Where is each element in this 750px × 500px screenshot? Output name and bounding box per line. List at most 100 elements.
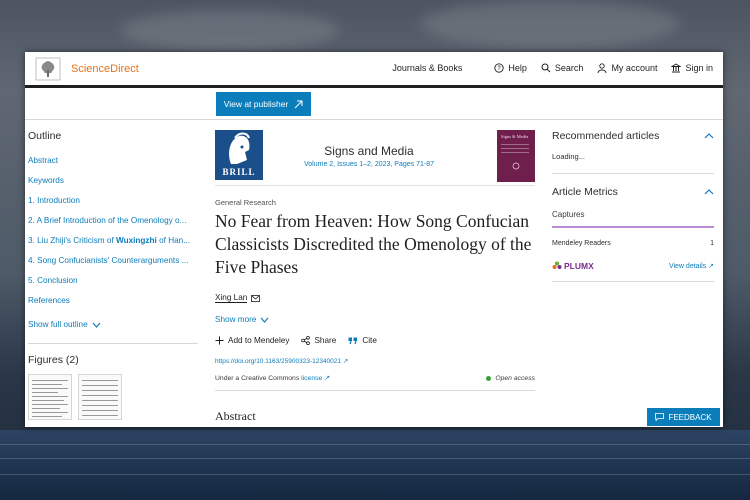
help-link[interactable]: ? Help xyxy=(494,63,527,73)
sign-in-label: Sign in xyxy=(685,63,713,73)
figure-thumbnails xyxy=(28,374,198,420)
brill-logo[interactable]: BRILL xyxy=(215,130,263,180)
mendeley-readers-row: Mendeley Readers 1 xyxy=(552,240,714,247)
search-icon xyxy=(541,63,551,73)
feedback-label: FEEDBACK xyxy=(668,412,712,422)
share-button[interactable]: Share xyxy=(301,336,336,345)
outline-item-section-4[interactable]: 4. Song Confucianists' Counterarguments … xyxy=(28,254,196,274)
journals-books-link[interactable]: Journals & Books xyxy=(392,63,462,73)
brand-name[interactable]: ScienceDirect xyxy=(71,63,139,75)
mendeley-readers-count: 1 xyxy=(710,240,714,247)
outline-item-abstract[interactable]: Abstract xyxy=(28,154,196,174)
top-navigation: ScienceDirect Journals & Books ? Help Se… xyxy=(25,52,723,88)
view-details-link[interactable]: View details ↗ xyxy=(669,262,714,270)
article-title: No Fear from Heaven: How Song Confucian … xyxy=(215,211,532,277)
outline-item-conclusion[interactable]: 5. Conclusion xyxy=(28,274,196,294)
add-to-mendeley-label: Add to Mendeley xyxy=(228,336,290,345)
license-row: Under a Creative Commons license ↗ Open … xyxy=(215,374,535,391)
my-account-link[interactable]: My account xyxy=(597,63,657,73)
article-actions: Add to Mendeley Share Cite xyxy=(215,336,535,345)
outline-item-section-3-bold: Wuxingzhi xyxy=(116,236,157,245)
outline-item-section-3[interactable]: 3. Liu Zhiji's Criticism of Wuxingzhi of… xyxy=(28,234,196,254)
journal-cover[interactable]: Signs & Media xyxy=(497,130,535,182)
chevron-down-icon xyxy=(92,322,101,328)
search-link[interactable]: Search xyxy=(541,63,584,73)
outline-sidebar: Outline Abstract Keywords 1. Introductio… xyxy=(28,130,198,420)
sign-in-link[interactable]: Sign in xyxy=(671,63,713,73)
doi-link[interactable]: https://doi.org/10.1163/25900323-1234002… xyxy=(215,357,535,365)
outline-title: Outline xyxy=(28,130,62,142)
header-nav: Journals & Books ? Help Search My accoun… xyxy=(392,63,713,73)
show-more-label: Show more xyxy=(215,315,257,324)
recommended-articles-title: Recommended articles xyxy=(552,130,660,142)
external-link-icon: ↗ xyxy=(342,358,349,365)
plumx-flower-icon xyxy=(552,261,562,269)
external-link-icon: ↗ xyxy=(708,263,714,270)
cover-emblem-icon xyxy=(512,162,520,170)
elsevier-tree-logo[interactable] xyxy=(35,57,61,81)
email-icon[interactable] xyxy=(251,294,261,302)
article-metrics-title: Article Metrics xyxy=(552,186,618,198)
add-to-mendeley-button[interactable]: Add to Mendeley xyxy=(215,336,289,345)
svg-text:?: ? xyxy=(498,66,502,72)
feedback-button[interactable]: FEEDBACK xyxy=(647,408,720,426)
help-label: Help xyxy=(508,63,527,73)
article-metrics-header[interactable]: Article Metrics xyxy=(552,186,714,198)
person-icon xyxy=(597,63,607,73)
captures-label: Captures xyxy=(552,210,714,228)
figure-thumbnail-2[interactable] xyxy=(78,374,122,420)
my-account-label: My account xyxy=(611,63,658,73)
brill-wordmark: BRILL xyxy=(222,167,256,177)
author-link[interactable]: Xing Lan xyxy=(215,293,248,303)
license-prefix: Under a Creative Commons xyxy=(215,375,300,382)
quote-icon xyxy=(348,337,358,344)
external-link-icon: ↗ xyxy=(324,375,330,382)
figures-title: Figures (2) xyxy=(28,354,79,366)
divider xyxy=(552,173,714,174)
search-label: Search xyxy=(554,63,584,73)
journal-title[interactable]: Signs and Media xyxy=(269,144,469,158)
mendeley-readers-label: Mendeley Readers xyxy=(552,240,611,247)
chat-bubble-icon xyxy=(655,413,665,421)
recommended-articles-header[interactable]: Recommended articles xyxy=(552,130,714,142)
open-access-dot xyxy=(486,375,492,381)
plumx-label: PLUMX xyxy=(564,261,594,271)
outline-item-references[interactable]: References xyxy=(28,294,196,314)
author-row: Xing Lan xyxy=(215,293,535,303)
share-label: Share xyxy=(314,336,337,345)
journal-header: BRILL Signs and Media Volume 2, Issues 1… xyxy=(215,130,535,186)
outline-item-section-2[interactable]: 2. A Brief Introduction of the Omenology… xyxy=(28,214,196,234)
view-at-publisher-label: View at publisher xyxy=(223,99,289,109)
external-link-icon xyxy=(294,100,303,108)
journal-volume[interactable]: Volume 2, Issues 1–2, 2023, Pages 71-87 xyxy=(269,161,469,168)
outline-item-keywords[interactable]: Keywords xyxy=(28,174,196,194)
show-more-button[interactable]: Show more xyxy=(215,315,535,324)
cloud xyxy=(120,10,340,50)
outline-item-section-3-tail: of Han... xyxy=(156,236,191,245)
outline-item-introduction[interactable]: 1. Introduction xyxy=(28,194,196,214)
chevron-down-icon xyxy=(260,317,269,323)
chevron-up-icon xyxy=(704,189,714,195)
abstract-heading: Abstract xyxy=(215,409,256,423)
figure-thumbnail-1[interactable] xyxy=(28,374,72,420)
view-details-label: View details xyxy=(668,263,707,270)
article-toolbar: View at publisher xyxy=(25,88,723,120)
helmet-icon xyxy=(229,132,250,164)
plumx-logo[interactable]: PLUMX xyxy=(552,261,594,271)
article-section: General Research xyxy=(215,198,276,207)
chevron-up-icon xyxy=(704,133,714,139)
institution-icon xyxy=(671,63,682,73)
share-icon xyxy=(301,336,311,345)
browser-page: ScienceDirect Journals & Books ? Help Se… xyxy=(25,52,723,427)
cite-label: Cite xyxy=(362,336,377,345)
divider xyxy=(28,343,198,344)
outline-item-section-3-text: 3. Liu Zhiji's Criticism of xyxy=(28,236,114,245)
article-main: BRILL Signs and Media Volume 2, Issues 1… xyxy=(215,130,535,424)
cite-button[interactable]: Cite xyxy=(348,336,377,345)
plus-icon xyxy=(215,336,224,345)
view-at-publisher-button[interactable]: View at publisher xyxy=(216,92,311,116)
show-full-outline-button[interactable]: Show full outline xyxy=(28,320,198,329)
license-text: Under a Creative Commons license ↗ xyxy=(215,374,330,382)
right-sidebar: Recommended articles Loading... Article … xyxy=(552,130,714,282)
license-link[interactable]: license xyxy=(301,375,322,382)
